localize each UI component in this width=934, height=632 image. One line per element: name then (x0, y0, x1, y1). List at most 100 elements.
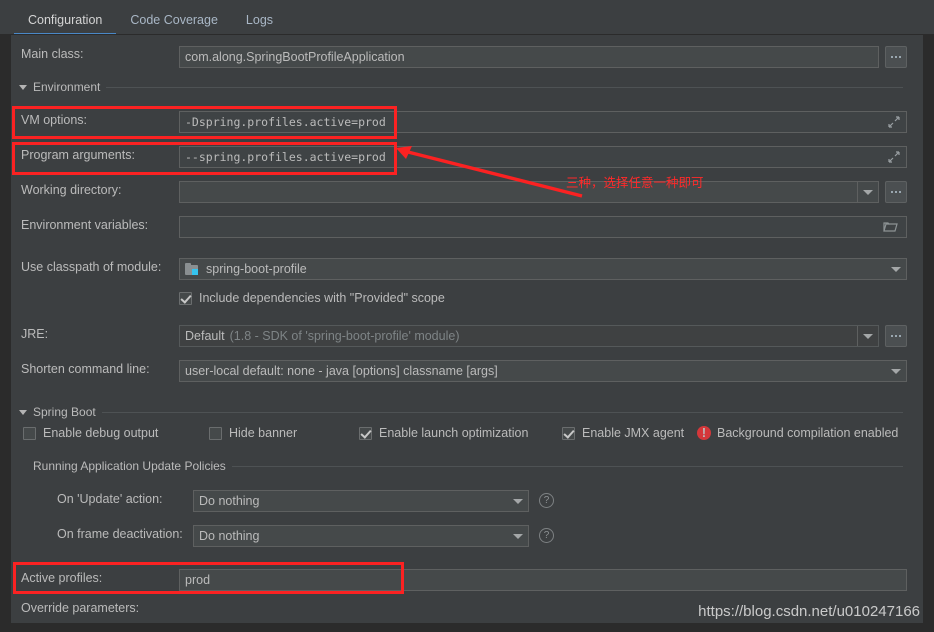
tab-logs-label: Logs (245, 13, 274, 27)
use-classpath-row: Use classpath of module: (21, 260, 161, 274)
run-configuration-dialog: Configuration Code Coverage Logs Main cl… (0, 0, 934, 632)
shorten-command-line-dropdown-button[interactable] (886, 361, 906, 381)
hide-banner-label: Hide banner (229, 426, 298, 440)
vm-options-label: VM options: (21, 113, 88, 127)
main-class-row: Main class: (21, 47, 84, 61)
jre-row: JRE: (21, 327, 48, 341)
jre-value-hint: (1.8 - SDK of 'spring-boot-profile' modu… (229, 329, 460, 343)
on-frame-deactivation-label: On frame deactivation: (57, 527, 183, 541)
background-compilation-label: Background compilation enabled (717, 426, 899, 440)
section-divider (101, 411, 903, 413)
on-update-action-value: Do nothing (199, 494, 260, 508)
on-update-action-label: On 'Update' action: (57, 492, 163, 506)
tab-bar: Configuration Code Coverage Logs (0, 0, 934, 35)
working-directory-browse-button[interactable] (885, 181, 907, 203)
shorten-command-line-label: Shorten command line: (21, 362, 150, 376)
spring-boot-section-header[interactable]: Spring Boot (19, 405, 917, 419)
help-label: ? (543, 529, 550, 541)
program-arguments-input[interactable]: --spring.profiles.active=prod (179, 146, 907, 168)
working-directory-label: Working directory: (21, 183, 122, 197)
main-class-input[interactable]: com.along.SpringBootProfileApplication (179, 46, 879, 68)
update-policies-header: Running Application Update Policies (33, 459, 917, 473)
environment-variables-input[interactable] (179, 216, 907, 238)
checkbox-icon (23, 426, 36, 440)
checkbox-icon (209, 426, 222, 440)
program-arguments-value: --spring.profiles.active=prod (185, 150, 386, 164)
on-frame-deactivation-dropdown-button[interactable] (508, 526, 528, 546)
panel-left-edge (0, 34, 10, 632)
vm-options-input[interactable]: -Dspring.profiles.active=prod (179, 111, 907, 133)
program-arguments-row: Program arguments: (21, 148, 135, 162)
jre-browse-button[interactable] (885, 325, 907, 347)
tab-code-coverage[interactable]: Code Coverage (116, 13, 232, 34)
chevron-down-icon (891, 368, 901, 374)
panel-right-edge (924, 34, 934, 632)
environment-section-header[interactable]: Environment (19, 80, 917, 94)
active-profiles-value: prod (185, 573, 211, 587)
panel-bottom-edge (0, 624, 934, 632)
shorten-command-line-row: Shorten command line: (21, 362, 150, 376)
enable-jmx-agent-checkbox[interactable]: Enable JMX agent (562, 426, 684, 440)
use-classpath-label: Use classpath of module: (21, 260, 162, 274)
on-update-action-dropdown-button[interactable] (508, 491, 528, 511)
update-policies-title: Running Application Update Policies (33, 459, 226, 473)
on-update-action-combo[interactable]: Do nothing (193, 490, 529, 512)
active-profiles-label: Active profiles: (21, 571, 103, 585)
on-frame-deactivation-combo[interactable]: Do nothing (193, 525, 529, 547)
tab-configuration-label: Configuration (28, 13, 103, 27)
module-icon (185, 262, 199, 276)
on-update-action-row: On 'Update' action: (57, 492, 163, 506)
use-classpath-combo[interactable]: spring-boot-profile (179, 258, 907, 280)
checkbox-icon (562, 426, 575, 440)
enable-debug-output-label: Enable debug output (43, 426, 159, 440)
main-class-label: Main class: (21, 47, 84, 61)
environment-variables-label: Environment variables: (21, 218, 149, 232)
folder-icon[interactable] (883, 221, 898, 233)
enable-debug-output-checkbox[interactable]: Enable debug output (23, 426, 158, 440)
main-class-value: com.along.SpringBootProfileApplication (185, 50, 405, 64)
tab-logs[interactable]: Logs (232, 13, 287, 34)
shorten-command-line-combo[interactable]: user-local default: none - java [options… (179, 360, 907, 382)
shorten-command-line-value: user-local default: none - java [options… (185, 364, 498, 378)
chevron-down-icon (19, 85, 27, 90)
jre-dropdown-button[interactable] (857, 326, 878, 346)
hide-banner-checkbox[interactable]: Hide banner (209, 426, 297, 440)
enable-launch-optimization-label: Enable launch optimization (379, 426, 529, 440)
expand-icon[interactable] (888, 116, 900, 128)
working-directory-dropdown-button[interactable] (857, 182, 878, 202)
working-directory-input[interactable] (179, 181, 879, 203)
use-classpath-value: spring-boot-profile (206, 262, 307, 276)
program-arguments-label: Program arguments: (21, 148, 135, 162)
vm-options-value: -Dspring.profiles.active=prod (185, 115, 386, 129)
on-frame-deactivation-row: On frame deactivation: (57, 527, 183, 541)
environment-section-title: Environment (33, 80, 101, 94)
tab-code-coverage-label: Code Coverage (130, 13, 218, 27)
configuration-panel: Main class: com.along.SpringBootProfileA… (10, 34, 924, 624)
enable-jmx-agent-label: Enable JMX agent (582, 426, 685, 440)
chevron-down-icon (513, 533, 523, 539)
on-frame-deactivation-help-icon[interactable]: ? (539, 528, 554, 543)
chevron-down-icon (863, 333, 873, 339)
jre-combo[interactable]: Default (1.8 - SDK of 'spring-boot-profi… (179, 325, 879, 347)
spring-boot-section-title: Spring Boot (33, 405, 96, 419)
use-classpath-dropdown-button[interactable] (886, 259, 906, 279)
working-directory-row: Working directory: (21, 183, 122, 197)
chevron-down-icon (863, 189, 873, 195)
include-provided-label: Include dependencies with "Provided" sco… (199, 291, 445, 305)
include-provided-checkbox[interactable]: Include dependencies with "Provided" sco… (179, 291, 445, 305)
environment-variables-row: Environment variables: (21, 218, 148, 232)
active-profiles-input[interactable]: prod (179, 569, 907, 591)
expand-icon[interactable] (888, 151, 900, 163)
jre-value: Default (185, 329, 225, 343)
watermark-text: https://blog.csdn.net/u010247166 (698, 603, 920, 620)
chevron-down-icon (891, 266, 901, 272)
background-compilation-status: ! Background compilation enabled (697, 426, 898, 440)
ellipsis-icon (891, 335, 901, 337)
enable-launch-optimization-checkbox[interactable]: Enable launch optimization (359, 426, 528, 440)
chevron-down-icon (513, 498, 523, 504)
on-frame-deactivation-value: Do nothing (199, 529, 260, 543)
main-class-browse-button[interactable] (885, 46, 907, 68)
on-update-action-help-icon[interactable]: ? (539, 493, 554, 508)
tab-configuration[interactable]: Configuration (14, 13, 117, 35)
ellipsis-icon (891, 56, 901, 58)
